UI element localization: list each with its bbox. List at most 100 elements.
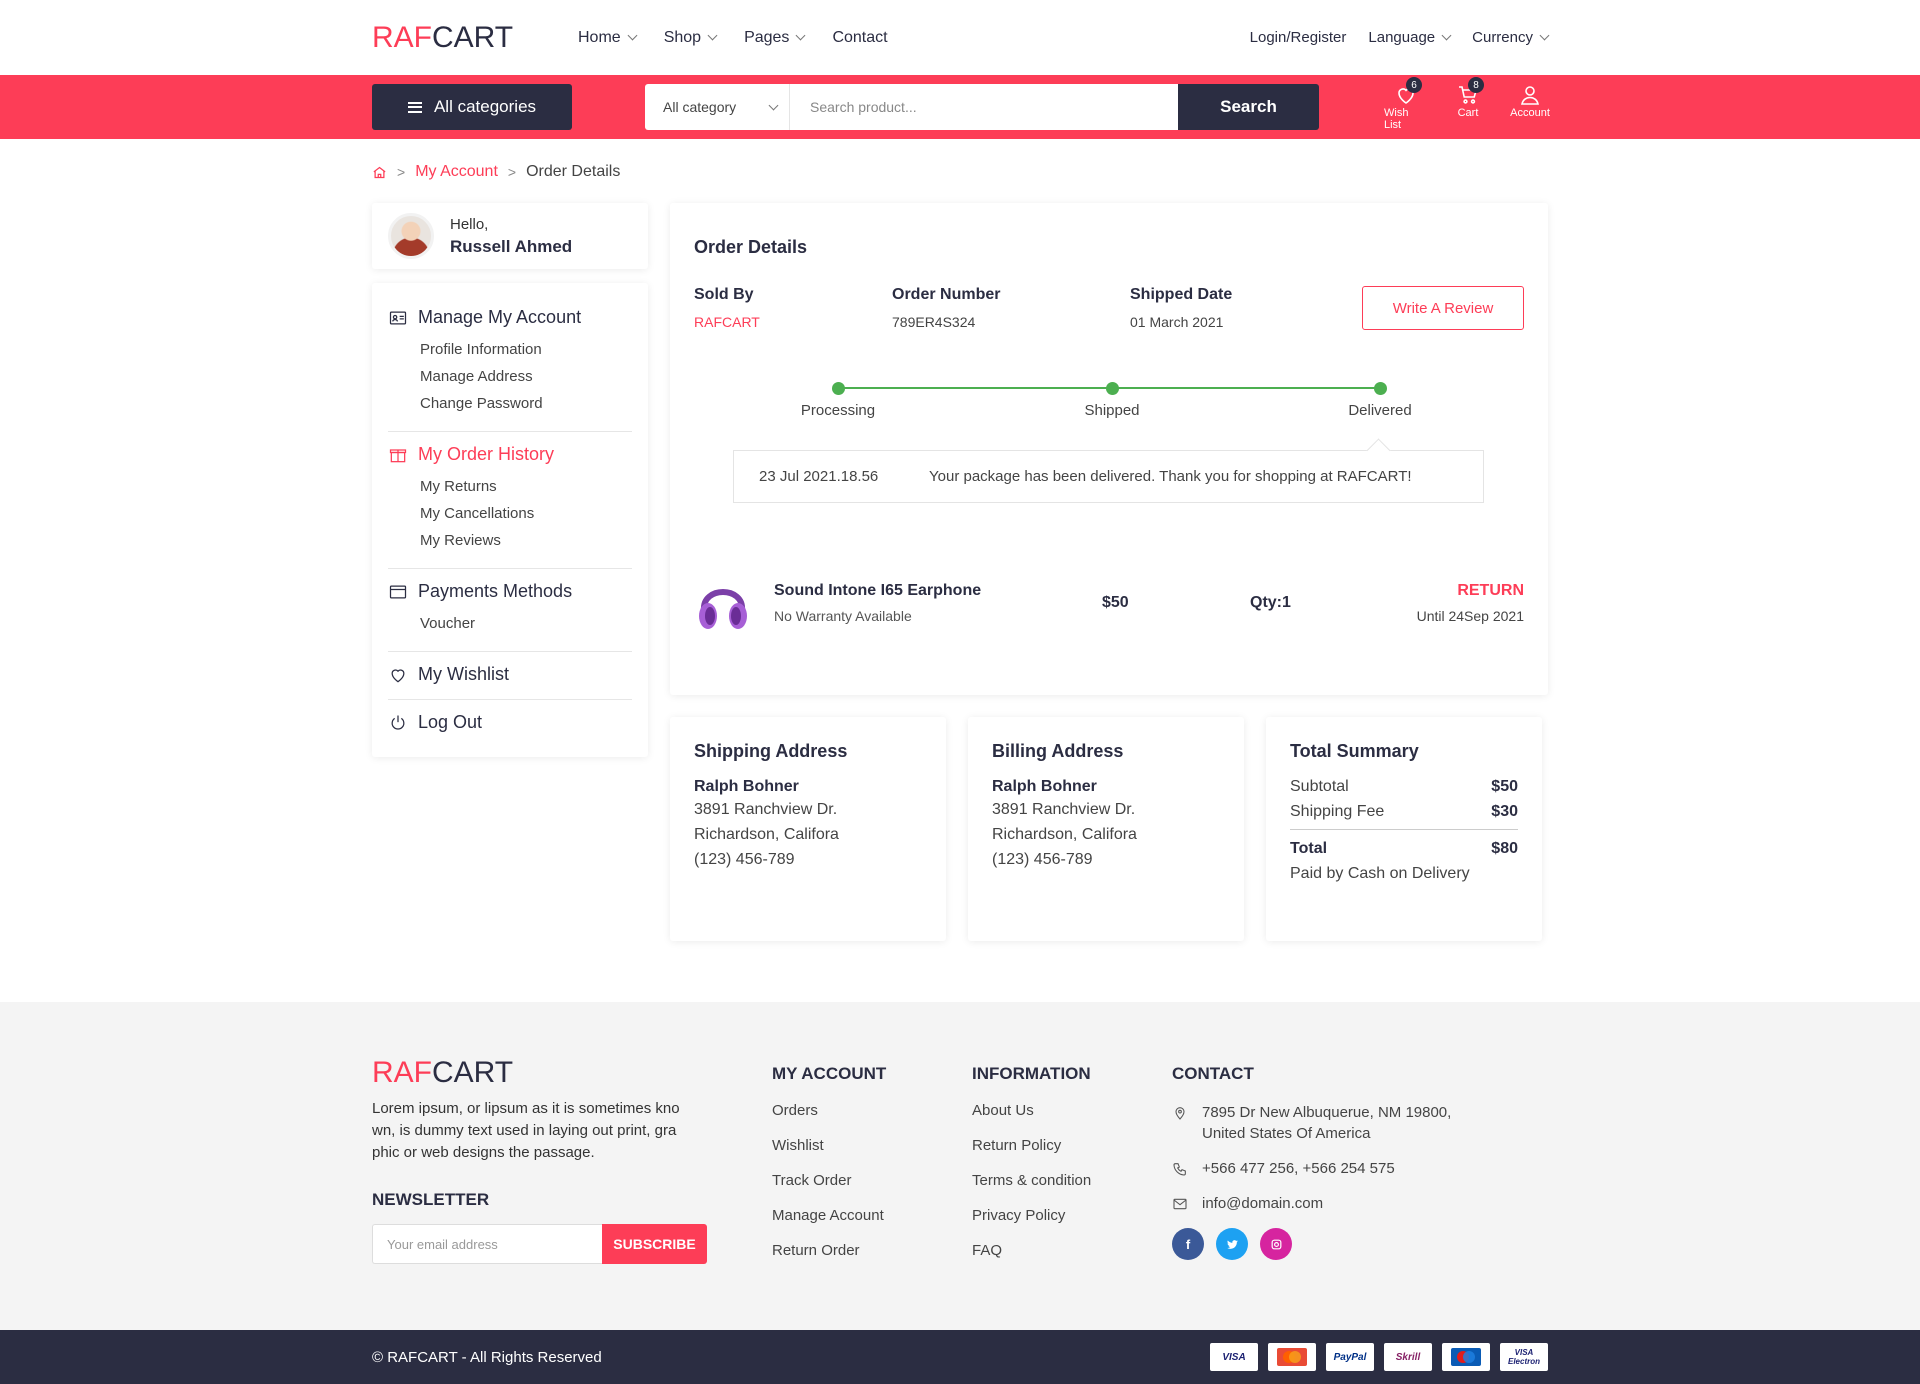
wishlist-count-badge: 6: [1406, 77, 1422, 93]
headphone-product-image[interactable]: [694, 572, 752, 634]
breadcrumb-my-account[interactable]: My Account: [415, 163, 498, 181]
social-links: f: [1172, 1228, 1482, 1260]
footer-link-track-order[interactable]: Track Order: [772, 1172, 972, 1189]
menu-icon: [407, 101, 422, 113]
divider: [1290, 829, 1518, 830]
visa-electron-icon: VISA Electron: [1500, 1343, 1548, 1371]
footer-my-account: MY ACCOUNT Orders Wishlist Track Order M…: [772, 1056, 972, 1277]
chevron-down-icon: [768, 100, 779, 110]
currency-dropdown[interactable]: Currency: [1472, 29, 1550, 46]
footer-link-faq[interactable]: FAQ: [972, 1242, 1172, 1259]
product-name[interactable]: Sound Intone I65 Earphone: [774, 582, 1102, 600]
breadcrumb-separator: >: [507, 164, 517, 180]
account-menu: Manage My Account Profile Information Ma…: [372, 283, 648, 757]
chevron-down-icon: [1539, 30, 1550, 41]
step-delivered: Delivered: [1348, 402, 1412, 419]
menu-my-order-history[interactable]: My Order History: [388, 444, 632, 465]
menu-voucher[interactable]: Voucher: [420, 610, 632, 637]
footer-link-privacy-policy[interactable]: Privacy Policy: [972, 1207, 1172, 1224]
right-nav: Login/Register Language Currency: [1250, 29, 1550, 46]
step-shipped: Shipped: [1084, 402, 1140, 419]
search-button[interactable]: Search: [1178, 84, 1319, 130]
footer-link-terms[interactable]: Terms & condition: [972, 1172, 1172, 1189]
product-price: $50: [1102, 594, 1129, 611]
footer: RAFCART Lorem ipsum, or lipsum as it is …: [0, 1002, 1920, 1330]
menu-my-wishlist[interactable]: My Wishlist: [388, 664, 632, 685]
menu-profile-information[interactable]: Profile Information: [420, 336, 632, 363]
billing-address-card: Billing Address Ralph Bohner 3891 Ranchv…: [968, 717, 1244, 941]
menu-my-cancellations[interactable]: My Cancellations: [420, 500, 632, 527]
footer-link-return-order[interactable]: Return Order: [772, 1242, 972, 1259]
mastercard-icon: [1268, 1343, 1316, 1371]
footer-description: Lorem ipsum, or lipsum as it is sometime…: [372, 1100, 680, 1161]
newsletter-form: SUBSCRIBE: [372, 1224, 772, 1264]
menu-change-password[interactable]: Change Password: [420, 390, 632, 417]
menu-log-out[interactable]: Log Out: [388, 712, 632, 733]
total-row: Total $80: [1290, 840, 1518, 857]
total-summary-card: Total Summary Subtotal $50 Shipping Fee $3…: [1266, 717, 1542, 941]
language-dropdown[interactable]: Language: [1368, 29, 1452, 46]
phone-icon: [1173, 1163, 1186, 1176]
nav-home[interactable]: Home: [578, 29, 638, 47]
shipping-address-card: Shipping Address Ralph Bohner 3891 Ranch…: [670, 717, 946, 941]
bottom-bar: © RAFCART - All Rights Reserved VISA Pay…: [0, 1330, 1920, 1384]
nav-contact[interactable]: Contact: [832, 29, 887, 47]
footer-link-manage-account[interactable]: Manage Account: [772, 1207, 972, 1224]
menu-payments-methods[interactable]: Payments Methods: [388, 581, 632, 602]
account-sidebar: Hello, Russell Ahmed Manage My Account P…: [372, 203, 648, 941]
facebook-icon[interactable]: f: [1172, 1228, 1204, 1260]
menu-my-returns[interactable]: My Returns: [420, 473, 632, 500]
nav-shop[interactable]: Shop: [664, 29, 718, 47]
write-review-button[interactable]: Write A Review: [1362, 286, 1524, 330]
menu-manage-my-account[interactable]: Manage My Account: [388, 307, 632, 328]
account-button[interactable]: Account: [1508, 83, 1552, 131]
maestro-icon: [1442, 1343, 1490, 1371]
footer-information: INFORMATION About Us Return Policy Terms…: [972, 1056, 1172, 1277]
all-categories-button[interactable]: All categories: [372, 84, 572, 130]
order-meta: Sold By RAFCART Order Number 789ER4S324 …: [694, 286, 1524, 330]
sold-by: Sold By RAFCART: [694, 286, 892, 330]
avatar: [388, 213, 434, 259]
id-card-icon: [389, 311, 407, 324]
menu-manage-address[interactable]: Manage Address: [420, 363, 632, 390]
return-until: Until 24Sep 2021: [1416, 608, 1524, 624]
power-icon: [391, 715, 405, 730]
cart-button[interactable]: 8 Cart: [1446, 77, 1490, 131]
header-icons: 6 Wish List 8 Cart Account: [1384, 77, 1552, 131]
product-warranty: No Warranty Available: [774, 608, 912, 624]
subtotal-row: Subtotal $50: [1290, 778, 1518, 795]
footer-link-wishlist[interactable]: Wishlist: [772, 1137, 972, 1154]
nav-pages[interactable]: Pages: [744, 29, 806, 47]
search-input[interactable]: [790, 84, 1178, 130]
menu-my-reviews[interactable]: My Reviews: [420, 527, 632, 554]
wishlist-button[interactable]: 6 Wish List: [1384, 77, 1428, 131]
order-details-title: Order Details: [694, 237, 808, 257]
logo[interactable]: RAFCART: [372, 21, 578, 55]
newsletter-email-input[interactable]: [372, 1224, 602, 1264]
subscribe-button[interactable]: SUBSCRIBE: [602, 1224, 707, 1264]
chevron-down-icon: [1441, 30, 1452, 41]
menu-group-payments: Payments Methods Voucher: [388, 569, 632, 652]
footer-link-orders[interactable]: Orders: [772, 1102, 972, 1119]
instagram-icon[interactable]: [1260, 1228, 1292, 1260]
chevron-down-icon: [795, 30, 806, 41]
footer-link-about-us[interactable]: About Us: [972, 1102, 1172, 1119]
return-link[interactable]: RETURN: [1417, 582, 1524, 600]
breadcrumb-current: Order Details: [526, 163, 621, 180]
category-select[interactable]: All category: [645, 84, 790, 130]
seller-name: RAFCART: [694, 314, 760, 330]
menu-group-order-history: My Order History My Returns My Cancellat…: [388, 432, 632, 569]
chevron-down-icon: [627, 30, 638, 41]
tracker-dot-delivered: [1374, 382, 1387, 395]
footer-link-return-policy[interactable]: Return Policy: [972, 1137, 1172, 1154]
footer-logo[interactable]: RAFCART: [372, 1056, 772, 1090]
top-header: RAFCART Home Shop Pages Contact Login/Re…: [0, 0, 1920, 75]
twitter-icon[interactable]: [1216, 1228, 1248, 1260]
tracker-dot-processing: [832, 382, 845, 395]
home-icon[interactable]: [372, 165, 387, 180]
breadcrumb: > My Account > Order Details: [372, 161, 1548, 183]
user-name: Russell Ahmed: [450, 236, 573, 256]
breadcrumb-separator: >: [397, 164, 406, 180]
login-register-link[interactable]: Login/Register: [1250, 29, 1347, 46]
tracker-dot-shipped: [1106, 382, 1119, 395]
